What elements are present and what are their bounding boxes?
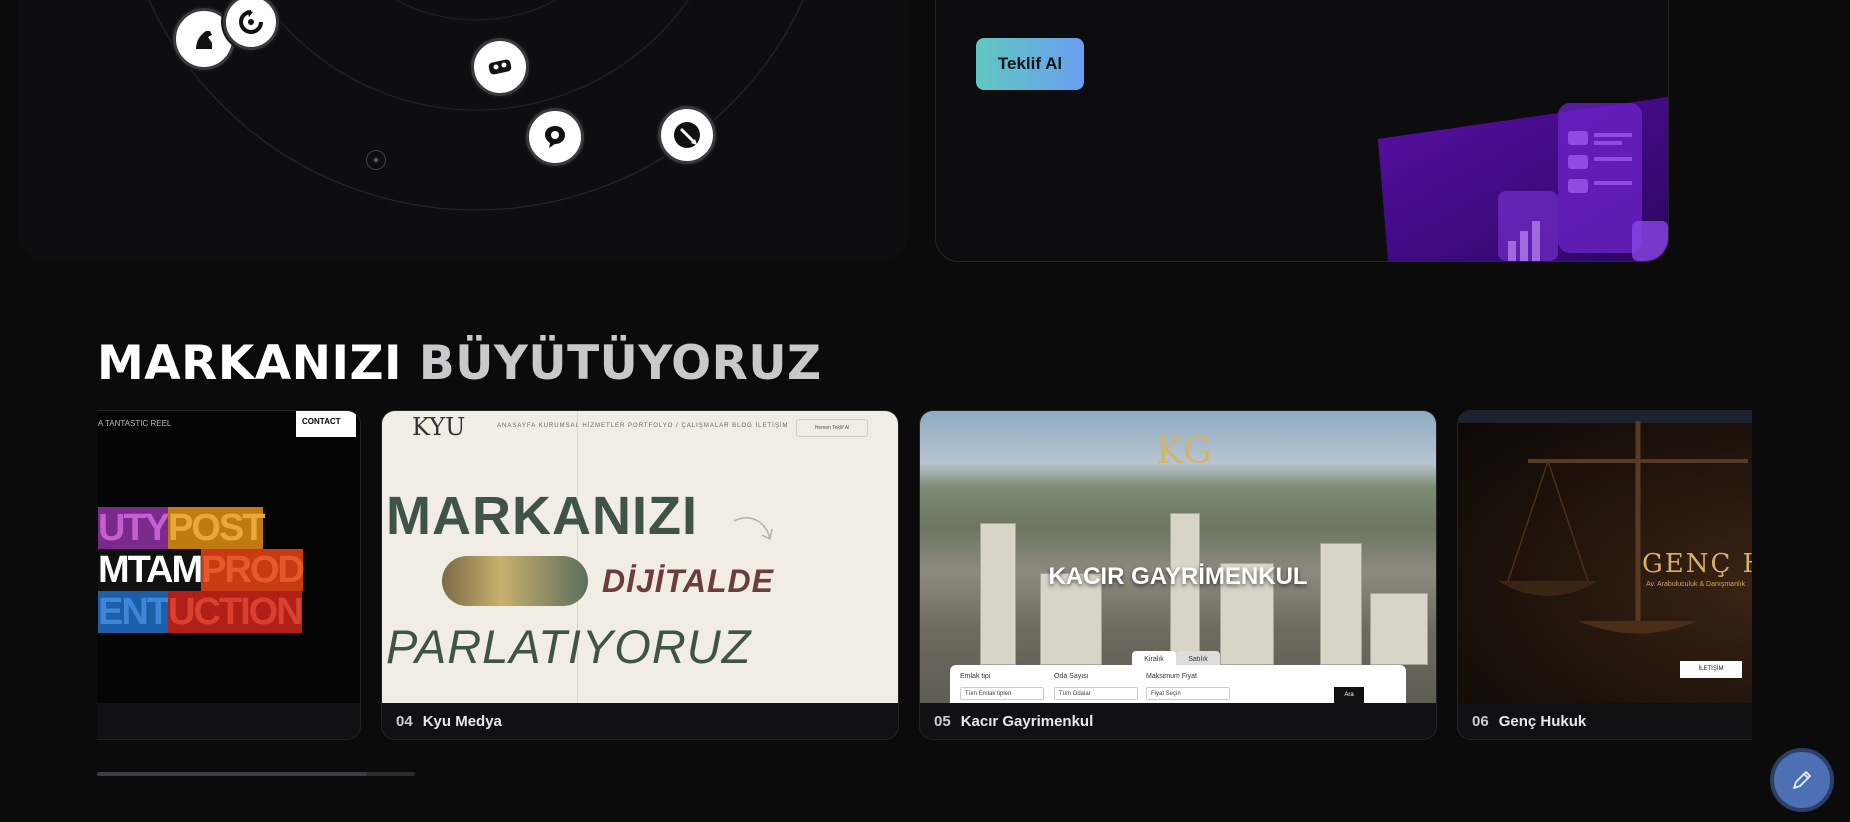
project-card[interactable]: KYU ANASAYFA KURUMSAL HİZMETLER PORTFOLY… (381, 410, 899, 740)
heading-word-2: BÜYÜTÜYORUZ (418, 336, 822, 391)
orbit-item-chat[interactable] (526, 108, 584, 166)
carousel-scrollbar[interactable] (97, 772, 415, 776)
project-card[interactable]: A TANTASTIC REEL CONTACT UTYPOST MTAMPRO… (97, 410, 361, 740)
refresh-icon (239, 10, 263, 34)
thumb-label: Oda Sayısı (1054, 673, 1089, 680)
thumb-label: Emlak tipi (960, 673, 991, 680)
thumb-word: UCTION (168, 591, 304, 633)
thumb-select: Tüm Odalar (1054, 687, 1138, 700)
orbit-item-pen[interactable] (658, 106, 716, 164)
project-thumbnail: KG KACIR GAYRİMENKUL Kiralık Satılık Emla… (920, 411, 1436, 703)
thumb-search-button: Ara (1334, 687, 1364, 703)
thumb-search-panel: Emlak tipi Tüm Emlak tipleri Oda Sayısı … (950, 665, 1406, 703)
project-caption: 04 Kyu Medya (396, 713, 502, 730)
thumb-line-1: MARKANIZI (386, 486, 698, 546)
chat-icon (545, 126, 565, 148)
pen-icon (674, 122, 700, 148)
thumb-line-3: PARLATIYORUZ (386, 620, 752, 673)
thumb-logo-mark: KG (1156, 431, 1212, 472)
thumb-brand: GENÇ HUKUK (1642, 549, 1752, 579)
project-name: Kacır Gayrimenkul (960, 713, 1094, 730)
cta-card: Teklif Al (935, 0, 1669, 262)
edit-fab-button[interactable] (1770, 748, 1834, 812)
project-number: 06 (1472, 713, 1489, 730)
get-quote-button[interactable]: Teklif Al (976, 38, 1084, 90)
thumb-select: Fiyat Seçin (1146, 687, 1230, 700)
project-number: 04 (396, 713, 413, 730)
thumb-subtitle: Av. Arabuluculuk & Danışmanlık (1646, 581, 1745, 588)
heading-word-1: MARKANIZI (97, 336, 403, 391)
project-card[interactable]: GENÇ HUKUK Av. Arabuluculuk & Danışmanlı… (1457, 410, 1752, 740)
thumb-nav: ANASAYFA KURUMSAL HİZMETLER PORTFOLYO / … (497, 423, 789, 429)
thumb-word: PROD (201, 549, 305, 591)
project-card[interactable]: KG KACIR GAYRİMENKUL Kiralık Satılık Emla… (919, 410, 1437, 740)
vr-headset-icon (488, 59, 512, 75)
thumb-button: İLETİŞİM (1680, 661, 1742, 678)
edit-pencil-icon (1793, 771, 1811, 789)
project-caption: 05 Kacır Gayrimenkul (934, 713, 1093, 730)
project-name: Genç Hukuk (1498, 713, 1587, 730)
thumb-title: KACIR GAYRİMENKUL (1048, 563, 1308, 590)
thumb-tag: A TANTASTIC REEL (98, 419, 172, 428)
thumb-logo: KYU (412, 413, 466, 441)
portfolio-carousel[interactable]: A TANTASTIC REEL CONTACT UTYPOST MTAMPRO… (97, 410, 1752, 742)
project-number: 05 (934, 713, 951, 730)
thumb-select: Tüm Emlak tipleri (960, 687, 1044, 700)
orbit-item-vr[interactable] (471, 38, 529, 96)
project-thumbnail: A TANTASTIC REEL CONTACT UTYPOST MTAMPRO… (97, 411, 360, 703)
carousel-scrollbar-thumb[interactable] (97, 772, 368, 776)
orbit-rings (148, 0, 804, 211)
project-thumbnail: KYU ANASAYFA KURUMSAL HİZMETLER PORTFOLY… (382, 411, 898, 703)
orbit-dot (366, 150, 386, 170)
thumb-label: Maksimum Fiyat (1146, 673, 1197, 680)
app-mockup-illustration (1378, 97, 1668, 261)
thumb-word: POST (168, 507, 265, 549)
project-name: Kyu Medya (422, 713, 502, 730)
arrow-doodle-icon (733, 517, 773, 541)
project-thumbnail: GENÇ HUKUK Av. Arabuluculuk & Danışmanlı… (1458, 411, 1752, 703)
thumb-nav-button: Hemen Teklif Al (796, 419, 868, 437)
thumb-line-2: DİJİTALDE (602, 563, 774, 599)
thumb-word: ENT (98, 591, 170, 633)
thumb-photo (442, 556, 588, 606)
project-caption: 06 Genç Hukuk (1472, 713, 1586, 730)
thumb-contact: CONTACT (296, 411, 356, 437)
services-orbit-card (18, 0, 908, 260)
section-heading: MARKANIZI BÜYÜTÜYORUZ (97, 336, 822, 391)
thumb-word: UTY (98, 507, 170, 549)
thumb-word: MTAM (98, 549, 203, 591)
scales-of-justice-icon (1498, 421, 1748, 634)
chess-knight-icon (196, 31, 212, 49)
